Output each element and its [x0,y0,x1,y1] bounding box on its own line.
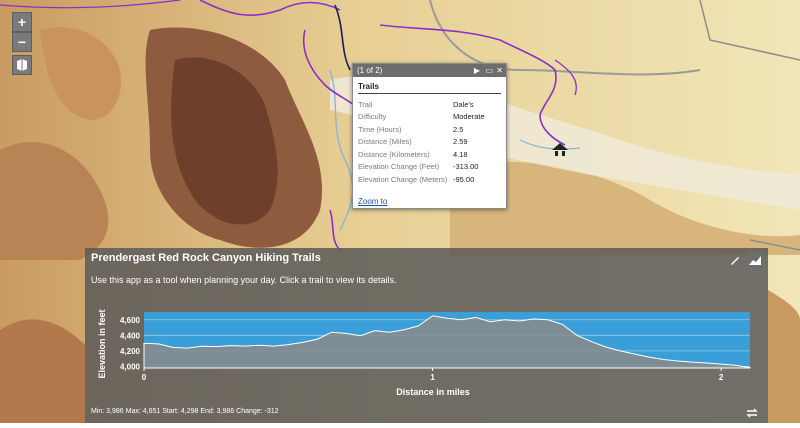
y-tick-label: 4,400 [120,331,141,340]
attribute-value: -95.00 [453,174,475,184]
attribute-label: Time (Hours) [358,124,402,134]
y-axis-label: Elevation in feet [97,309,107,378]
x-tick-label: 1 [430,373,435,382]
attribute-label: Elevation Change (Feet) [358,162,440,172]
basemap-icon [17,59,27,71]
feature-popup: (1 of 2) ▶ ▭ ✕ Trails Trail Dale's Diffic… [352,63,507,209]
y-tick-label: 4,200 [120,347,141,356]
zoom-out-button[interactable]: − [12,32,32,52]
y-tick-label: 4,000 [120,362,141,371]
table-row: Distance (Kilometers) 4.18 [358,148,485,161]
table-row: Elevation Change (Meters) -95.00 [358,173,485,186]
table-row: Trail Dale's [358,98,485,111]
attribute-value: 2.5 [453,124,464,134]
x-tick-label: 0 [142,373,147,382]
attribute-label: Distance (Miles) [358,137,412,147]
close-icon[interactable]: ✕ [496,64,503,77]
attribute-value: 2.59 [453,137,468,147]
attribute-label: Distance (Kilometers) [358,149,430,159]
swap-arrows-icon [746,408,758,418]
attribute-value: 4.18 [453,149,468,159]
popup-attributes-table: Trail Dale's Difficulty Moderate Time (Hou… [358,98,485,186]
popup-counter: (1 of 2) [357,66,383,75]
attribute-label: Difficulty [358,112,387,122]
zoom-to-link[interactable]: Zoom to [358,197,387,206]
attribute-value: -313.00 [453,162,479,172]
x-axis-label: Distance in miles [396,387,470,397]
attribute-value: Moderate [453,112,485,122]
elevation-stats: Min: 3,986 Max: 4,651 Start: 4,298 End: … [91,408,279,415]
table-row: Distance (Miles) 2.59 [358,136,485,149]
table-row: Difficulty Moderate [358,111,485,124]
elevation-profile-chart[interactable]: 4,000 4,200 4,400 4,600 0 1 2 Elevation in fee… [85,248,768,423]
y-tick-label: 4,600 [120,316,141,325]
attribute-label: Trail [358,99,373,109]
next-feature-icon[interactable]: ▶ [474,64,480,77]
basemap-toggle-button[interactable] [12,55,32,75]
elevation-profile-panel: Prendergast Red Rock Canyon Hiking Trail… [85,248,768,423]
table-row: Time (Hours) 2.5 [358,123,485,136]
popup-title: Trails [358,82,501,94]
attribute-value: Dale's [453,99,474,109]
popup-header: (1 of 2) ▶ ▭ ✕ [353,64,506,77]
attribute-label: Elevation Change (Meters) [358,174,448,184]
zoom-in-button[interactable]: + [12,12,32,32]
x-tick-label: 2 [719,373,724,382]
maximize-icon[interactable]: ▭ [485,64,493,77]
swap-direction-button[interactable] [745,406,759,418]
table-row: Elevation Change (Feet) -313.00 [358,161,485,174]
